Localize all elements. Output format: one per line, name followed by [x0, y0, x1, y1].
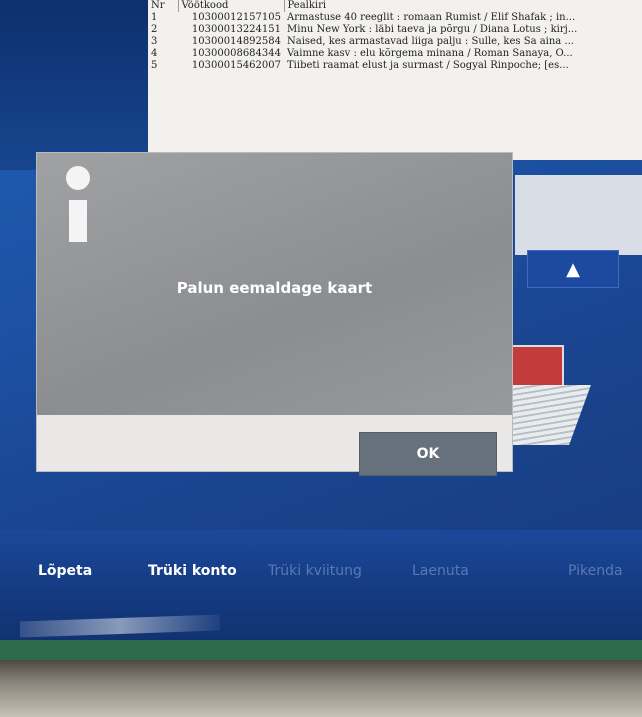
dialog-message: Palun eemaldage kaart — [176, 279, 373, 297]
desk-surface — [0, 660, 642, 717]
row-barcode: 10300013224151 — [191, 24, 281, 35]
info-icon — [66, 166, 90, 242]
row-nr: 5 — [151, 60, 158, 71]
loans-report: Nr Vöötkood Pealkiri 1 10300012157105 Ar… — [148, 0, 642, 160]
row-barcode: 10300015462007 — [191, 60, 281, 71]
col-header-nr: Nr — [151, 0, 165, 11]
col-header-barcode: Vöötkood — [177, 0, 284, 12]
dialog-body: Palun eemaldage kaart — [37, 153, 512, 415]
row-nr: 4 — [151, 48, 158, 59]
info-dialog: Palun eemaldage kaart OK — [36, 152, 513, 476]
loans-table: Nr Vöötkood Pealkiri 1 10300012157105 Ar… — [148, 0, 642, 72]
table-row: 3 10300014892584 Naised, kes armastavad … — [148, 36, 642, 48]
row-barcode: 10300008684344 — [191, 48, 281, 59]
background-shade — [0, 0, 150, 170]
row-title: Minu New York : läbi taeva ja põrgu / Di… — [287, 24, 578, 35]
row-title: Armastuse 40 reeglit : romaan Rumist / E… — [287, 12, 576, 23]
menu-item-borrow[interactable]: Laenuta — [412, 563, 469, 579]
table-row: 1 10300012157105 Armastuse 40 reeglit : … — [148, 12, 642, 24]
row-nr: 2 — [151, 24, 158, 35]
screen-bezel — [0, 640, 642, 660]
row-title: Vaimne kasv : elu kõrgema minana / Roman… — [287, 48, 573, 59]
row-barcode: 10300014892584 — [191, 36, 281, 47]
col-header-title: Pealkiri — [283, 0, 642, 12]
row-title: Tiibeti raamat elust ja surmast / Sogyal… — [287, 60, 569, 71]
screen-glare — [20, 614, 220, 638]
menu-item-print-account[interactable]: Trüki konto — [148, 563, 237, 579]
menu-item-finish[interactable]: Lõpeta — [38, 563, 92, 579]
triangle-up-icon: ▲ — [566, 258, 580, 280]
ok-button[interactable]: OK — [359, 432, 497, 476]
menu-item-print-receipt[interactable]: Trüki kviitung — [268, 563, 362, 579]
table-row: 4 10300008684344 Vaimne kasv : elu kõrge… — [148, 48, 642, 60]
scroll-up-button[interactable]: ▲ — [527, 250, 619, 288]
kiosk-screen: Nr Vöötkood Pealkiri 1 10300012157105 Ar… — [0, 0, 642, 660]
row-nr: 1 — [151, 12, 158, 23]
dialog-footer: OK — [37, 415, 512, 476]
row-nr: 3 — [151, 36, 158, 47]
table-row: 2 10300013224151 Minu New York : läbi ta… — [148, 24, 642, 36]
row-title: Naised, kes armastavad liiga palju : Sul… — [287, 36, 574, 47]
menu-item-renew[interactable]: Pikenda — [568, 563, 623, 579]
side-panel — [515, 175, 642, 255]
row-barcode: 10300012157105 — [191, 12, 281, 23]
table-row: 5 10300015462007 Tiibeti raamat elust ja… — [148, 60, 642, 72]
